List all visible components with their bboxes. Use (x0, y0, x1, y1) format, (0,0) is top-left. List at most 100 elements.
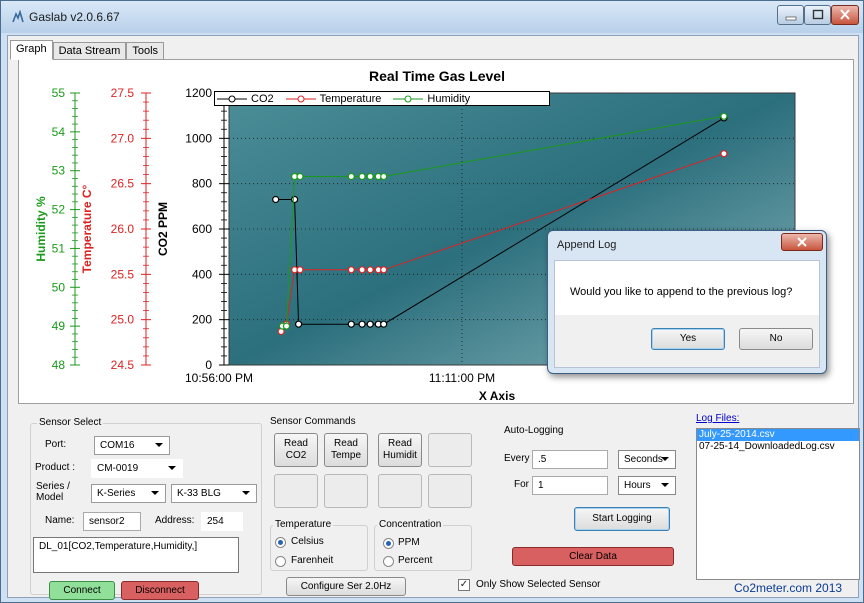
read-co2-button[interactable]: Read CO2 (274, 433, 318, 467)
legend-temperature-label: Temperature (319, 92, 382, 105)
humidity-tick-label: 51 (52, 241, 66, 255)
chevron-down-icon (151, 491, 159, 495)
chevron-down-icon (242, 491, 250, 495)
log-files-list[interactable]: July-25-2014.csv 07-25-14_DownloadedLog.… (696, 428, 860, 580)
clear-data-button[interactable]: Clear Data (512, 547, 674, 566)
humidity-data-point (296, 172, 304, 181)
window-title: Gaslab v2.0.6.67 (29, 10, 120, 24)
humidity-data-point (358, 172, 366, 181)
legend-co2: CO2 (217, 93, 274, 105)
title-bar: Gaslab v2.0.6.67 (1, 1, 863, 33)
temperature-data-point (380, 266, 388, 274)
product-value: CM-0019 (97, 463, 139, 474)
temperature-data-point (366, 266, 374, 274)
ppm-radio[interactable] (383, 538, 394, 549)
config-textbox[interactable]: DL_01[CO2,Temperature,Humidity,] (33, 537, 239, 573)
percent-radio[interactable] (383, 556, 394, 567)
every-field[interactable]: .5 (532, 450, 608, 469)
humidity-tick-label: 54 (52, 125, 66, 139)
humidity-tick-label: 48 (52, 358, 66, 372)
chart-legend: CO2 Temperature Humidity (214, 91, 550, 106)
list-item[interactable]: 07-25-14_DownloadedLog.csv (697, 441, 859, 453)
temperature-tick-label: 27.0 (111, 131, 135, 145)
command-slot-button[interactable] (274, 474, 318, 508)
temperature-tick-label: 25.5 (111, 267, 135, 281)
connect-button[interactable]: Connect (49, 581, 115, 600)
start-logging-button[interactable]: Start Logging (574, 507, 670, 531)
legend-co2-label: CO2 (251, 92, 274, 105)
celsius-label: Celsius (291, 536, 324, 547)
model-value: K-33 BLG (177, 488, 221, 499)
tab-graph[interactable]: Graph (10, 40, 53, 60)
address-label: Address: (155, 515, 195, 526)
port-value: COM16 (100, 440, 135, 451)
x-tick-label: 10:56:00 PM (185, 371, 253, 385)
farenheit-radio[interactable] (275, 556, 286, 567)
configure-button[interactable]: Configure Ser 2.0Hz (286, 577, 406, 596)
x-axis-title: X Axis (479, 389, 516, 403)
humidity-data-point (347, 172, 355, 181)
every-unit-value: Seconds (624, 454, 663, 465)
no-button[interactable]: No (739, 328, 813, 350)
temperature-tick-label: 27.5 (111, 86, 135, 100)
port-select[interactable]: COM16 (94, 436, 170, 455)
dialog-message: Would you like to append to the previous… (570, 286, 793, 298)
humidity-tick-label: 49 (52, 319, 66, 333)
every-label: Every (504, 453, 530, 464)
list-item[interactable]: July-25-2014.csv (697, 429, 859, 441)
co2-tick-label: 400 (192, 267, 212, 281)
co2-tick-label: 200 (192, 313, 212, 327)
humidity-tick-label: 52 (52, 203, 66, 217)
read-humidity-button[interactable]: Read Humidit (378, 433, 422, 467)
command-slot-button[interactable] (378, 474, 422, 508)
model-select[interactable]: K-33 BLG (171, 484, 257, 503)
series-value: K-Series (97, 488, 136, 499)
minimize-icon (785, 16, 796, 21)
close-button[interactable] (831, 5, 859, 25)
name-field[interactable]: sensor2 (83, 512, 141, 531)
legend-temperature: Temperature (285, 92, 382, 105)
chevron-down-icon (155, 443, 163, 447)
every-unit-select[interactable]: Seconds (618, 450, 676, 469)
disconnect-button[interactable]: Disconnect (121, 581, 199, 600)
legend-co2-swatch (217, 95, 247, 102)
app-icon (12, 10, 24, 23)
only-show-checkbox[interactable]: ✓ (458, 579, 470, 591)
co2-data-point (347, 320, 355, 328)
address-field[interactable]: 254 (201, 512, 243, 531)
read-temperature-button[interactable]: Read Tempe (324, 433, 368, 467)
temperature-data-point (296, 266, 304, 274)
series-select[interactable]: K-Series (91, 484, 166, 503)
product-label: Product : (35, 462, 76, 473)
command-slot-button[interactable] (324, 474, 368, 508)
farenheit-label: Farenheit (291, 555, 334, 566)
control-panel: Sensor Select Port: COM16 Product : CM-0… (18, 409, 860, 600)
dialog-footer: Yes No (554, 315, 820, 368)
co2-data-point (380, 320, 388, 328)
sensor-commands-title: Sensor Commands (270, 416, 356, 427)
humidity-tick-label: 53 (52, 164, 66, 178)
celsius-radio[interactable] (275, 537, 286, 548)
for-unit-select[interactable]: Hours (618, 476, 676, 495)
temperature-data-point (347, 266, 355, 274)
minimize-button[interactable] (777, 5, 804, 25)
for-field[interactable]: 1 (532, 476, 608, 495)
for-unit-value: Hours (624, 480, 651, 491)
sensor-commands-group: Sensor Commands Read CO2 Read Tempe Read… (264, 416, 472, 519)
yes-button[interactable]: Yes (651, 328, 725, 350)
temperature-tick-label: 25.0 (111, 313, 135, 327)
humidity-tick-label: 55 (52, 86, 66, 100)
command-slot-button[interactable] (428, 433, 472, 467)
tab-tools[interactable]: Tools (126, 42, 165, 60)
co2-tick-label: 600 (192, 222, 212, 236)
temperature-tick-label: 26.0 (111, 222, 135, 236)
product-select[interactable]: CM-0019 (91, 459, 183, 478)
dialog-close-button[interactable] (781, 233, 823, 251)
close-icon (797, 237, 807, 247)
dialog-body: Would you like to append to the previous… (554, 260, 820, 315)
maximize-button[interactable] (804, 5, 831, 25)
log-files-label[interactable]: Log Files: (696, 413, 739, 424)
tab-data-stream[interactable]: Data Stream (52, 42, 127, 60)
command-slot-button[interactable] (428, 474, 472, 508)
humidity-data-point (380, 172, 388, 181)
